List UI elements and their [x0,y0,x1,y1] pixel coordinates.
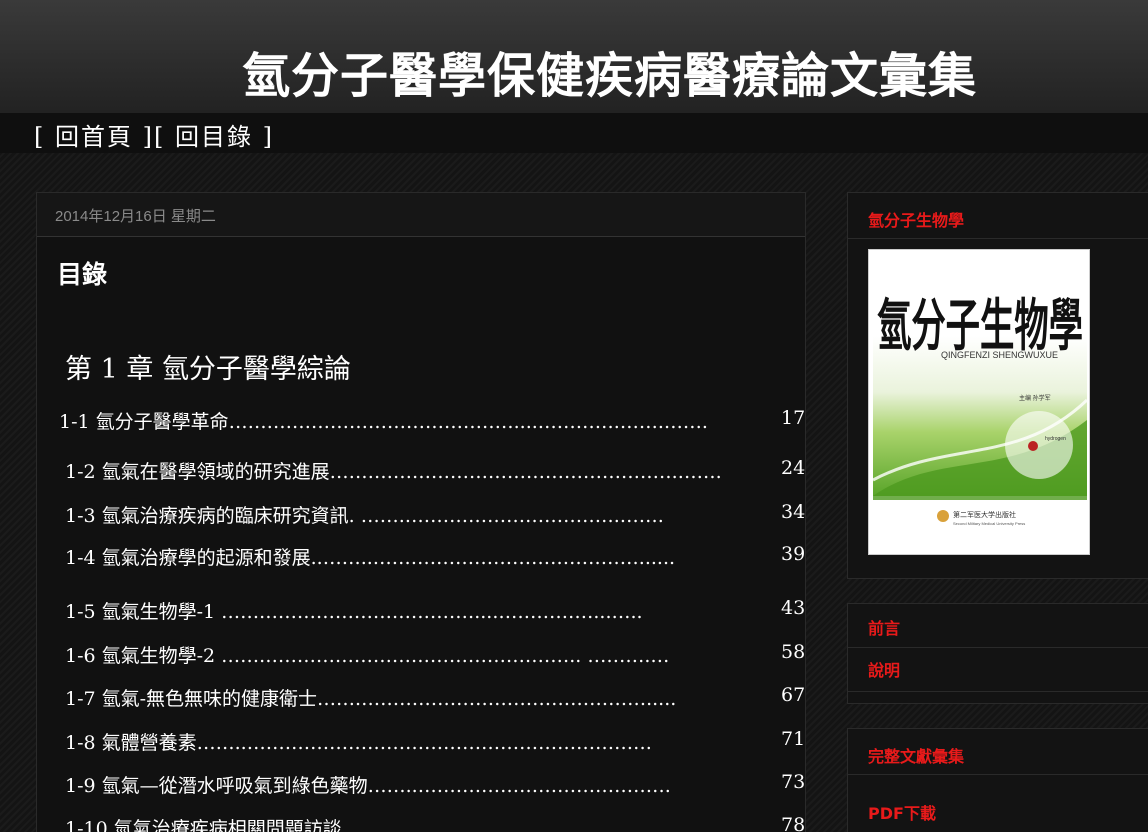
toc-item-page: 71 [781,728,806,750]
toc-item[interactable]: 1-8 氣體營養素……..………………………………………………………. 71 [37,728,807,756]
book-editor: 主编 孙学军 [1019,394,1051,402]
toc-item-label: 1-5 氫氣生物學-1 …….……………………………....……………...….… [65,601,643,623]
toc-item-page: 17 [781,407,806,429]
toc-item-label: 1-2 氫氣在醫學領域的研究進展……………………………………………….……. [65,461,722,483]
toc-item-label: 1-1 氫分子醫學革命………………………………………....………….…….……… [59,411,708,433]
toc-item[interactable]: 1-1 氫分子醫學革命………………………………………....………….…….……… [37,407,807,435]
nav-bracket-sep: ][ [133,123,175,151]
book-cover-image[interactable]: 氫分子生物學 QINGFENZI SHENGWUXUE 主编 孙学军 hydro… [868,249,1090,555]
toc-item[interactable]: 1-2 氫氣在醫學領域的研究進展……………………………………………….……. 24 [37,457,807,485]
collection-widget: 完整文獻彙集 PDF下載 [847,728,1148,832]
book-widget: 氫分子生物學 氫分子生物學 QINGFENZI SHENGWUXUE 主编 孙学… [847,192,1148,579]
nav-bracket-open: [ [34,123,55,151]
links-widget: 前言 說明 [847,603,1148,704]
site-title[interactable]: 氫分子醫學保健疾病醫療論文彙集 [242,36,977,106]
site-header: 氫分子醫學保健疾病醫療論文彙集 [0,0,1148,113]
chapter-heading: 第 1 章 氫分子醫學綜論 [65,354,351,385]
book-publisher: 第二军医大学出版社 [953,510,1016,519]
post-title[interactable]: 目錄 [57,255,107,291]
toc-item[interactable]: 1-6 氫氣生物學-2 …….………………………………………….. ……….… 5… [37,641,807,669]
toc-item[interactable]: 1-5 氫氣生物學-1 …….……………………………....……………...….… [37,597,807,625]
toc-item[interactable]: 1-4 氫氣治療學的起源和發展..……..…………………………………….....… [37,543,807,571]
toc-item-label: 1-7 氫氣-無色無味的健康衛士…….………………………………………..... [65,688,677,710]
toc-item-page: 34 [781,501,806,523]
toc-item[interactable]: 1-9 氫氣—從潛水呼吸氣到綠色藥物……..…………………………………. 73 [37,771,807,799]
book-cover-art: 氫分子生物學 QINGFENZI SHENGWUXUE 主编 孙学军 hydro… [872,254,1089,552]
post-date-bar: 2014年12月16日 星期二 [37,193,805,237]
book-molecule-label: hydrogen [1045,436,1066,442]
post-container: 2014年12月16日 星期二 目錄 第 1 章 氫分子醫學綜論 1-1 氫分子… [36,192,806,832]
publisher-logo-icon [937,510,949,522]
hydrogen-atom-icon [1028,441,1038,451]
toc-item-label: 1-6 氫氣生物學-2 …….………………………………………….. ……….… [65,645,670,667]
nav-toc-link[interactable]: 回目錄 [175,123,253,151]
toc-item[interactable]: 1-7 氫氣-無色無味的健康衛士…….………………………………………..... 6… [37,684,807,712]
collection-widget-title: 完整文獻彙集 [848,729,1148,775]
toc-item-label: 1-8 氣體營養素……..………………………………………………………. [65,732,652,754]
nav-bracket-close: ] [252,123,274,151]
toc-item-label: 1-10 氫氣治療疾病相關問題訪談………………………………………………. [65,818,690,832]
book-pinyin: QINGFENZI SHENGWUXUE [941,350,1058,360]
toc-item-page: 24 [781,457,806,479]
book-widget-title: 氫分子生物學 [848,193,1148,239]
toc-item[interactable]: 1-3 氫氣治療疾病的臨床研究資訊. …….…………………………….……. 34 [37,501,807,529]
toc-item-page: 39 [781,543,806,565]
post-date: 2014年12月16日 星期二 [55,208,216,225]
toc-item-page: 73 [781,771,806,793]
link-preface[interactable]: 前言 [848,604,1148,648]
toc-item[interactable]: 1-10 氫氣治療疾病相關問題訪談………………………………………………. 78 [37,814,807,832]
toc-item-page: 67 [781,684,806,706]
pdf-download-link[interactable]: PDF下載 [848,791,1148,832]
toc-item-page: 58 [781,641,806,663]
toc-item-label: 1-9 氫氣—從潛水呼吸氣到綠色藥物……..…………………………………. [65,775,671,797]
nav-links: [ 回首頁 ][ 回目錄 ] [34,117,274,152]
toc-item-label: 1-4 氫氣治療學的起源和發展..……..…………………………………….....… [65,547,676,569]
toc-item-page: 78 [781,814,806,832]
nav-home-link[interactable]: 回首頁 [55,123,133,151]
toc-item-page: 43 [781,597,806,619]
book-publisher-en: Second Military Medical University Press [953,521,1025,526]
toc-item-label: 1-3 氫氣治療疾病的臨床研究資訊. …….…………………………….……. [65,505,664,527]
link-notes[interactable]: 說明 [848,648,1148,692]
